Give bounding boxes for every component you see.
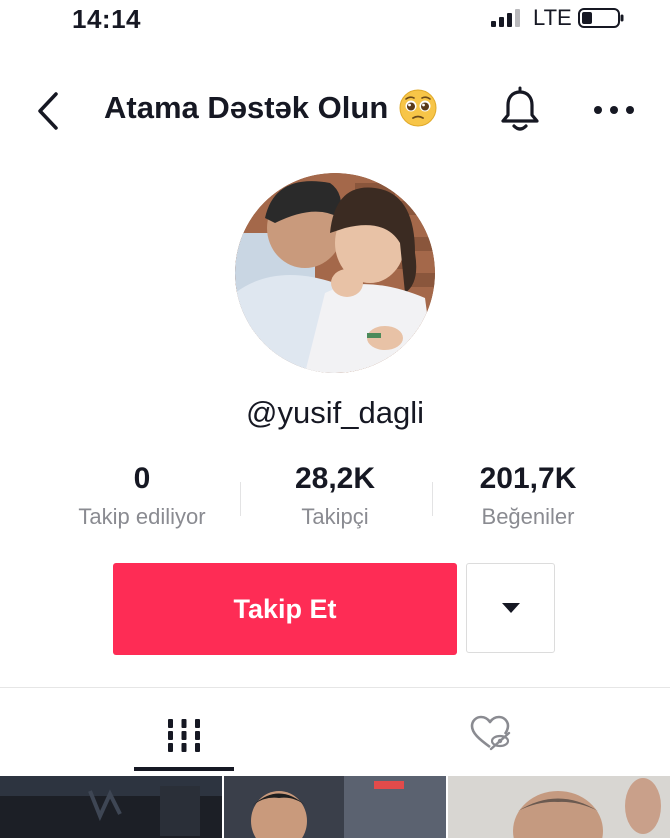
pleading-face-emoji-icon: [399, 89, 437, 127]
battery-icon: [578, 8, 624, 28]
stat-followers-label: Takipçi: [301, 504, 369, 529]
signal-bars-icon: [491, 9, 520, 27]
tabs-top-divider: [0, 687, 670, 688]
back-button[interactable]: [30, 86, 70, 136]
active-tab-indicator: [134, 767, 234, 771]
page-title: Atama Dəstək Olun: [104, 88, 438, 128]
liked-hidden-heart-icon: [470, 715, 511, 751]
profile-avatar[interactable]: [235, 173, 435, 373]
stat-following[interactable]: 0 Takip ediliyor: [32, 462, 252, 530]
tab-liked-videos[interactable]: [440, 700, 540, 766]
stat-following-value: 0: [133, 462, 151, 495]
video-thumbnail[interactable]: [448, 776, 670, 838]
video-thumbnail[interactable]: [224, 776, 446, 838]
status-time: 14:14: [72, 4, 141, 34]
network-type: LTE: [533, 5, 572, 30]
more-options-icon[interactable]: [592, 100, 636, 120]
suggested-accounts-button[interactable]: [466, 563, 555, 653]
videos-grid-icon: [168, 719, 200, 752]
stat-following-label: Takip ediliyor: [78, 504, 206, 529]
bell-icon[interactable]: [498, 86, 542, 134]
follow-button[interactable]: Takip Et: [113, 563, 457, 655]
stat-likes-label: Beğeniler: [481, 504, 575, 529]
stat-followers-value: 28,2K: [294, 462, 376, 495]
tab-videos[interactable]: [134, 700, 234, 772]
stat-likes-value: 201,7K: [479, 462, 577, 495]
video-thumbnail[interactable]: [0, 776, 222, 838]
stat-likes[interactable]: 201,7K Beğeniler: [418, 462, 638, 530]
caret-down-icon: [501, 603, 520, 613]
profile-display-name: Atama Dəstək Olun: [104, 90, 389, 125]
username: @yusif_dagli: [246, 395, 424, 430]
stat-followers[interactable]: 28,2K Takipçi: [225, 462, 445, 530]
